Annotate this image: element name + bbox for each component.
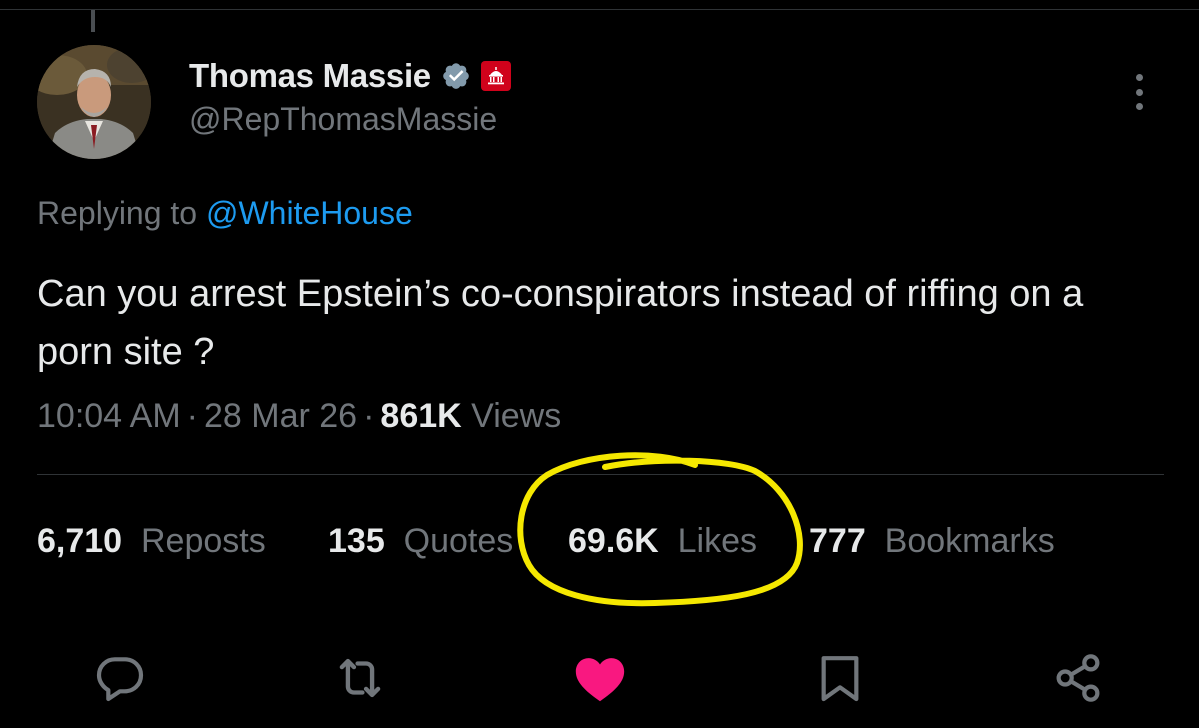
- bookmarks-count: 777: [809, 522, 866, 560]
- bookmark-button[interactable]: [810, 648, 870, 708]
- verified-badge-icon[interactable]: [441, 61, 471, 91]
- tweet-time[interactable]: 10:04 AM: [37, 397, 181, 435]
- avatar-photo: [37, 45, 151, 159]
- quotes-label: Quotes: [403, 522, 514, 560]
- more-dot-icon: [1135, 103, 1143, 110]
- share-icon: [1056, 654, 1100, 702]
- reposts-stat[interactable]: 6,710 Reposts: [37, 522, 266, 561]
- likes-stat[interactable]: 69.6K Likes: [568, 522, 757, 561]
- bookmarks-stat[interactable]: 777 Bookmarks: [809, 522, 1055, 561]
- views-label: Views: [471, 397, 562, 435]
- likes-count: 69.6K: [568, 522, 659, 560]
- more-dot-icon: [1135, 88, 1143, 96]
- reposts-count: 6,710: [37, 522, 123, 560]
- top-divider: [0, 9, 1199, 10]
- author-name-row: Thomas Massie: [189, 54, 511, 98]
- replying-to-label: Replying to: [37, 195, 198, 231]
- bookmarks-label: Bookmarks: [884, 522, 1055, 560]
- more-options-button[interactable]: [1124, 70, 1154, 114]
- tweet-meta: 10:04 AM · 28 Mar 26 · 861K Views: [37, 397, 561, 436]
- repost-button[interactable]: [330, 648, 390, 708]
- stats-divider: [37, 474, 1164, 475]
- thread-connector-line: [91, 10, 95, 32]
- like-heart-icon: [575, 658, 625, 702]
- author-display-name[interactable]: Thomas Massie: [189, 57, 431, 95]
- quotes-count: 135: [328, 522, 385, 560]
- replying-to-mention-link[interactable]: @WhiteHouse: [206, 195, 413, 231]
- capitol-icon: [487, 67, 504, 85]
- share-button[interactable]: [1048, 648, 1108, 708]
- quotes-stat[interactable]: 135 Quotes: [328, 522, 513, 561]
- reply-button[interactable]: [90, 648, 150, 708]
- likes-label: Likes: [677, 522, 758, 560]
- government-affiliation-badge-icon[interactable]: [480, 61, 511, 91]
- replying-to-line: Replying to @WhiteHouse: [37, 195, 413, 232]
- reply-icon: [96, 657, 144, 702]
- meta-separator: ·: [363, 397, 375, 435]
- reposts-label: Reposts: [141, 522, 266, 560]
- tweet-date[interactable]: 28 Mar 26: [204, 397, 357, 435]
- tweet-text: Can you arrest Epstein’s co-conspirators…: [37, 273, 1084, 373]
- views-count[interactable]: 861K: [380, 397, 461, 435]
- more-dot-icon: [1135, 74, 1143, 81]
- meta-separator: ·: [186, 397, 198, 435]
- avatar[interactable]: [37, 45, 151, 159]
- bookmark-icon: [821, 656, 859, 702]
- author-handle[interactable]: @RepThomasMassie: [189, 101, 497, 138]
- like-button[interactable]: [570, 648, 630, 708]
- repost-icon: [339, 658, 381, 698]
